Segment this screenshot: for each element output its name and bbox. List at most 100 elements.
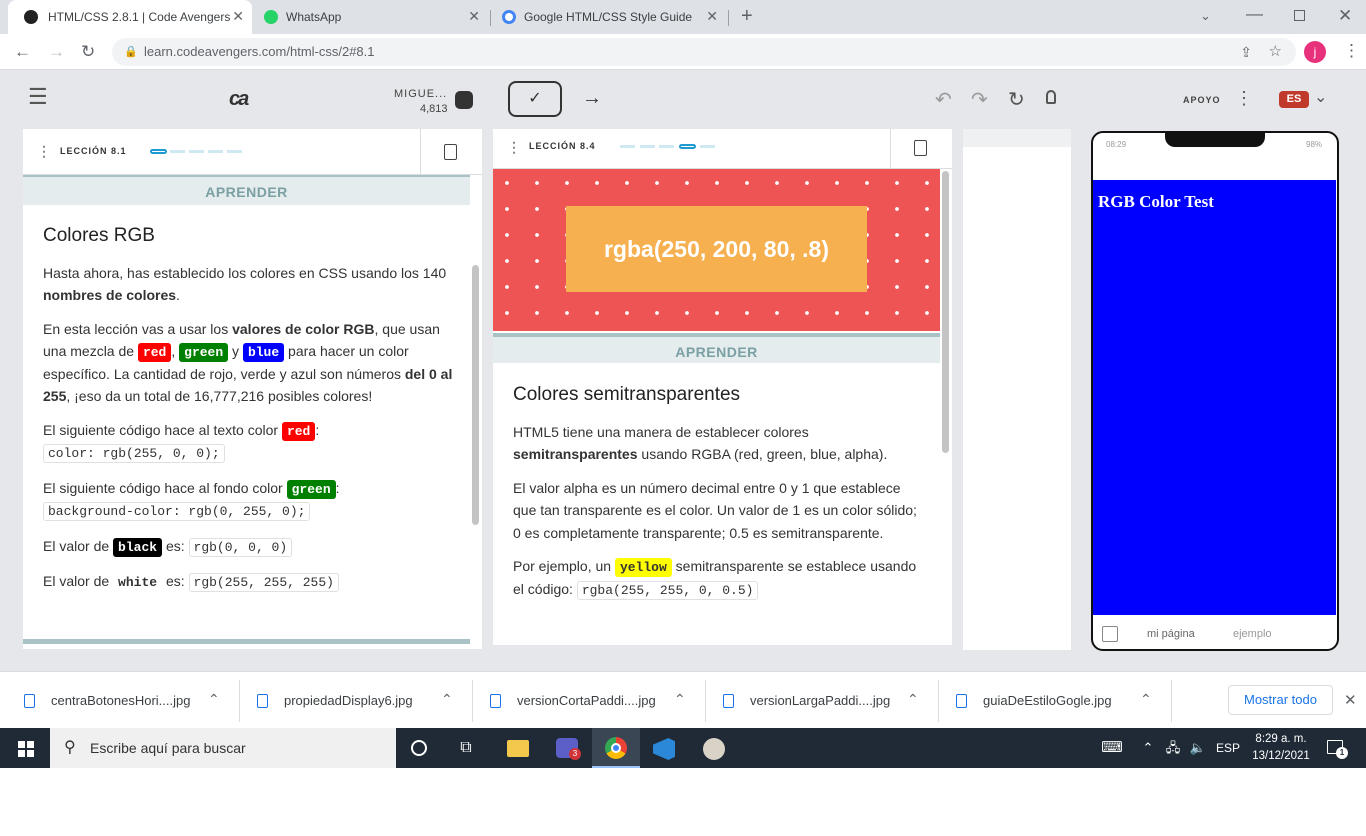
reload-icon[interactable]: ↻ [81,42,95,62]
close-download-bar-icon[interactable]: ✕ [1344,691,1357,709]
file-image-icon [956,693,967,708]
code-editor-panel[interactable] [963,129,1071,650]
app-menu-icon[interactable]: ⋮ [1235,88,1253,109]
lesson-content: Colores semitransparentes HTML5 tiene un… [513,384,923,613]
notes-button[interactable] [420,129,482,175]
tab-google-style-guide[interactable]: Google HTML/CSS Style Guide ✕ [494,0,726,34]
paint-icon[interactable] [703,738,725,760]
show-all-button[interactable]: Mostrar todo [1228,685,1333,715]
bookmark-star-icon[interactable]: ☆ [1269,38,1282,66]
progress-step[interactable] [659,145,674,148]
download-item[interactable]: centraBotonesHori....jpg ⌃ [24,672,234,729]
support-link[interactable]: APOYO [1183,95,1221,105]
undo-icon[interactable]: ↶ [935,87,952,112]
chevron-up-icon[interactable]: ⌃ [208,691,220,708]
progress-step[interactable] [640,145,655,148]
lesson-panel-8-1: ⋮ LECCIÓN 8.1 APRENDER Colores RGB Hasta… [23,129,482,649]
paragraph: HTML5 tiene una manera de establecer col… [513,423,888,463]
pages-icon[interactable] [1102,626,1118,642]
minimize-icon[interactable]: — [1246,4,1263,24]
vscode-icon[interactable] [653,738,675,760]
volume-icon[interactable]: 🔈 [1188,728,1208,768]
tab-title: Google HTML/CSS Style Guide [524,10,693,24]
close-tab-icon[interactable]: ✕ [468,8,480,25]
progress-step-current[interactable] [150,149,167,154]
phone-preview: 08:29 98% RGB Color Test mi página ejemp… [1091,131,1339,651]
progress-step-current[interactable] [679,144,696,149]
user-name[interactable]: MIGUE... [394,88,447,100]
forward-icon[interactable]: → [48,42,65,62]
tab-example[interactable]: ejemplo [1233,628,1272,640]
address-bar[interactable]: 🔒 learn.codeavengers.com/html-css/2#8.1 … [112,38,1296,66]
maximize-icon[interactable] [1294,10,1305,21]
close-tab-icon[interactable]: ✕ [232,8,244,25]
scrollbar[interactable] [942,171,949,453]
progress-step[interactable] [700,145,715,148]
close-window-icon[interactable]: ✕ [1338,6,1352,26]
reset-icon[interactable]: ↻ [1008,87,1025,112]
chevron-up-icon[interactable]: ⌃ [1140,691,1152,708]
chrome-taskbar-button[interactable] [592,728,640,768]
windows-start-icon[interactable] [18,741,34,757]
preview-page[interactable]: RGB Color Test [1093,180,1336,615]
paragraph: El valor de white es: rgb(255, 255, 255) [43,570,455,595]
tab-code-avengers[interactable]: HTML/CSS 2.8.1 | Code Avengers ✕ [8,0,252,34]
new-tab-icon[interactable]: + [741,6,753,26]
hamburger-menu-icon[interactable]: ☰ [28,86,48,108]
check-button[interactable]: ✓ [508,81,562,117]
search-icon: ⚲ [64,739,76,756]
notes-button[interactable] [890,129,952,169]
download-item[interactable]: propiedadDisplay6.jpg ⌃ [257,672,467,729]
teams-icon[interactable]: 3 [556,738,581,760]
download-item[interactable]: versionLargaPaddi....jpg ⌃ [723,672,933,729]
green-tag: green [286,479,336,499]
download-item[interactable]: versionCortaPaddi....jpg ⌃ [490,672,700,729]
task-view-icon[interactable]: ⧉ [456,728,476,768]
drag-handle-icon[interactable]: ⋮ [507,139,522,156]
scrollbar[interactable] [472,265,479,525]
code-snippet: rgba(255, 255, 0, 0.5) [576,580,759,600]
notifications-icon[interactable]: 1 [1327,740,1348,759]
show-hidden-icons-chevron[interactable]: ⌃ [1140,728,1156,768]
language-badge[interactable]: ES [1279,91,1309,108]
back-icon[interactable]: ← [14,42,31,62]
touch-keyboard-icon[interactable]: ⌨ [1100,728,1124,768]
taskbar-search[interactable]: ⚲ Escribe aquí para buscar [50,728,396,768]
progress-step[interactable] [620,145,635,148]
cortana-icon[interactable] [411,740,427,756]
download-filename: versionCortaPaddi....jpg [517,693,656,708]
download-filename: centraBotonesHori....jpg [51,693,191,708]
profile-avatar[interactable]: j [1304,41,1326,63]
notes-icon [444,144,457,160]
lesson-label: LECCIÓN 8.4 [529,141,596,151]
tab-whatsapp[interactable]: WhatsApp ✕ [256,0,488,34]
browser-menu-icon[interactable]: ⋮ [1343,41,1360,61]
download-filename: versionLargaPaddi....jpg [750,693,891,708]
divider [239,680,240,722]
tab-search-chevron-icon[interactable]: ⌄ [1200,6,1211,26]
close-tab-icon[interactable]: ✕ [706,8,718,25]
file-image-icon [24,693,35,708]
user-avatar-icon[interactable] [455,91,473,109]
network-icon[interactable]: 🖧 [1163,728,1183,768]
chevron-up-icon[interactable]: ⌃ [441,691,453,708]
progress-step[interactable] [208,150,223,153]
download-item[interactable]: guiaDeEstiloGogle.jpg ⌃ [956,672,1166,729]
progress-step[interactable] [227,150,242,153]
redo-icon[interactable]: ↷ [971,87,988,112]
code-avengers-logo[interactable]: ca [229,88,249,111]
drag-handle-icon[interactable]: ⋮ [37,143,52,160]
share-icon[interactable]: ⇪ [1240,38,1252,66]
input-language[interactable]: ESP [1214,728,1242,768]
chevron-up-icon[interactable]: ⌃ [674,691,686,708]
clock[interactable]: 8:29 a. m. 13/12/2021 [1249,731,1313,765]
lesson-header: ⋮ LECCIÓN 8.4 [493,129,890,169]
hint-lightbulb-icon[interactable] [1046,90,1056,104]
tab-my-page[interactable]: mi página [1147,628,1195,640]
progress-step[interactable] [189,150,204,153]
file-explorer-icon[interactable] [507,740,529,757]
language-chevron-icon[interactable]: ⌄ [1314,87,1327,107]
progress-step[interactable] [170,150,185,153]
next-arrow-icon[interactable]: → [582,87,602,110]
chevron-up-icon[interactable]: ⌃ [907,691,919,708]
